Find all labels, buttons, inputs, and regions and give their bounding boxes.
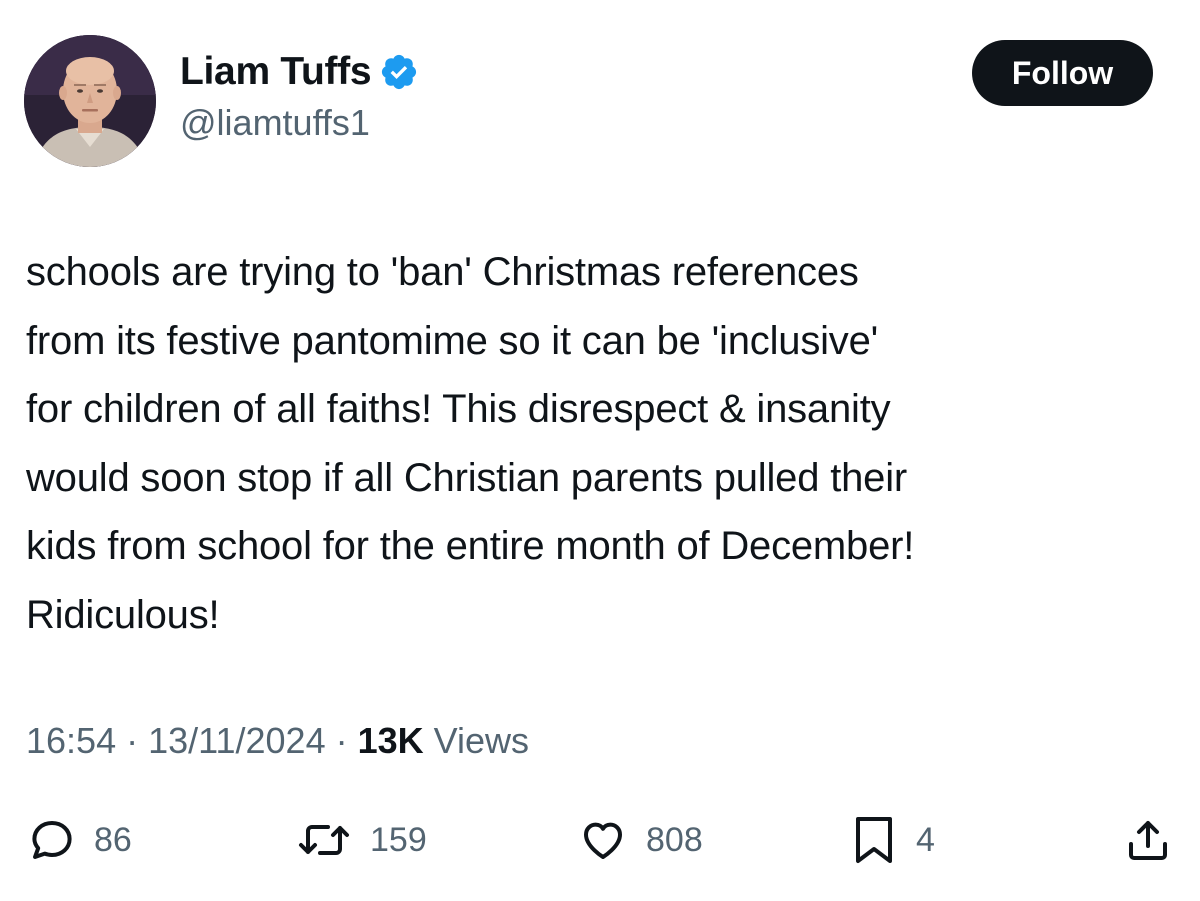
action-bar: 86 159 808 4 <box>0 810 1200 870</box>
reply-button[interactable]: 86 <box>28 810 132 870</box>
verified-badge-icon <box>379 52 419 92</box>
display-name[interactable]: Liam Tuffs <box>180 50 372 94</box>
name-row: Liam Tuffs <box>180 46 419 98</box>
bookmark-count: 4 <box>916 820 935 859</box>
heart-icon <box>578 816 628 864</box>
views-label: Views <box>423 720 530 761</box>
retweet-button[interactable]: 159 <box>296 810 427 870</box>
tweet-time[interactable]: 16:54 <box>26 720 116 761</box>
user-handle[interactable]: @liamtuffs1 <box>180 102 419 144</box>
bookmark-button[interactable]: 4 <box>850 810 935 870</box>
follow-button[interactable]: Follow <box>972 40 1153 106</box>
meta-separator: · <box>116 720 149 761</box>
views-count: 13K <box>357 720 424 761</box>
like-button[interactable]: 808 <box>578 810 703 870</box>
tweet-text: schools are trying to 'ban' Christmas re… <box>26 250 915 637</box>
tweet-card: Liam Tuffs @liamtuffs1 Follow schools ar… <box>0 0 1200 901</box>
tweet-date[interactable]: 13/11/2024 <box>148 720 326 761</box>
meta-separator: · <box>325 720 358 761</box>
share-icon <box>1124 816 1172 864</box>
avatar-image <box>24 35 156 167</box>
author-block: Liam Tuffs @liamtuffs1 <box>180 46 419 144</box>
bookmark-icon <box>850 814 898 866</box>
like-count: 808 <box>646 820 703 859</box>
avatar[interactable] <box>24 35 156 167</box>
reply-icon <box>28 816 76 864</box>
reply-count: 86 <box>94 820 132 859</box>
share-button[interactable] <box>1124 810 1172 870</box>
tweet-meta: 16:54 · 13/11/2024 · 13K Views <box>26 720 529 762</box>
retweet-icon <box>296 816 352 864</box>
retweet-count: 159 <box>370 820 427 859</box>
